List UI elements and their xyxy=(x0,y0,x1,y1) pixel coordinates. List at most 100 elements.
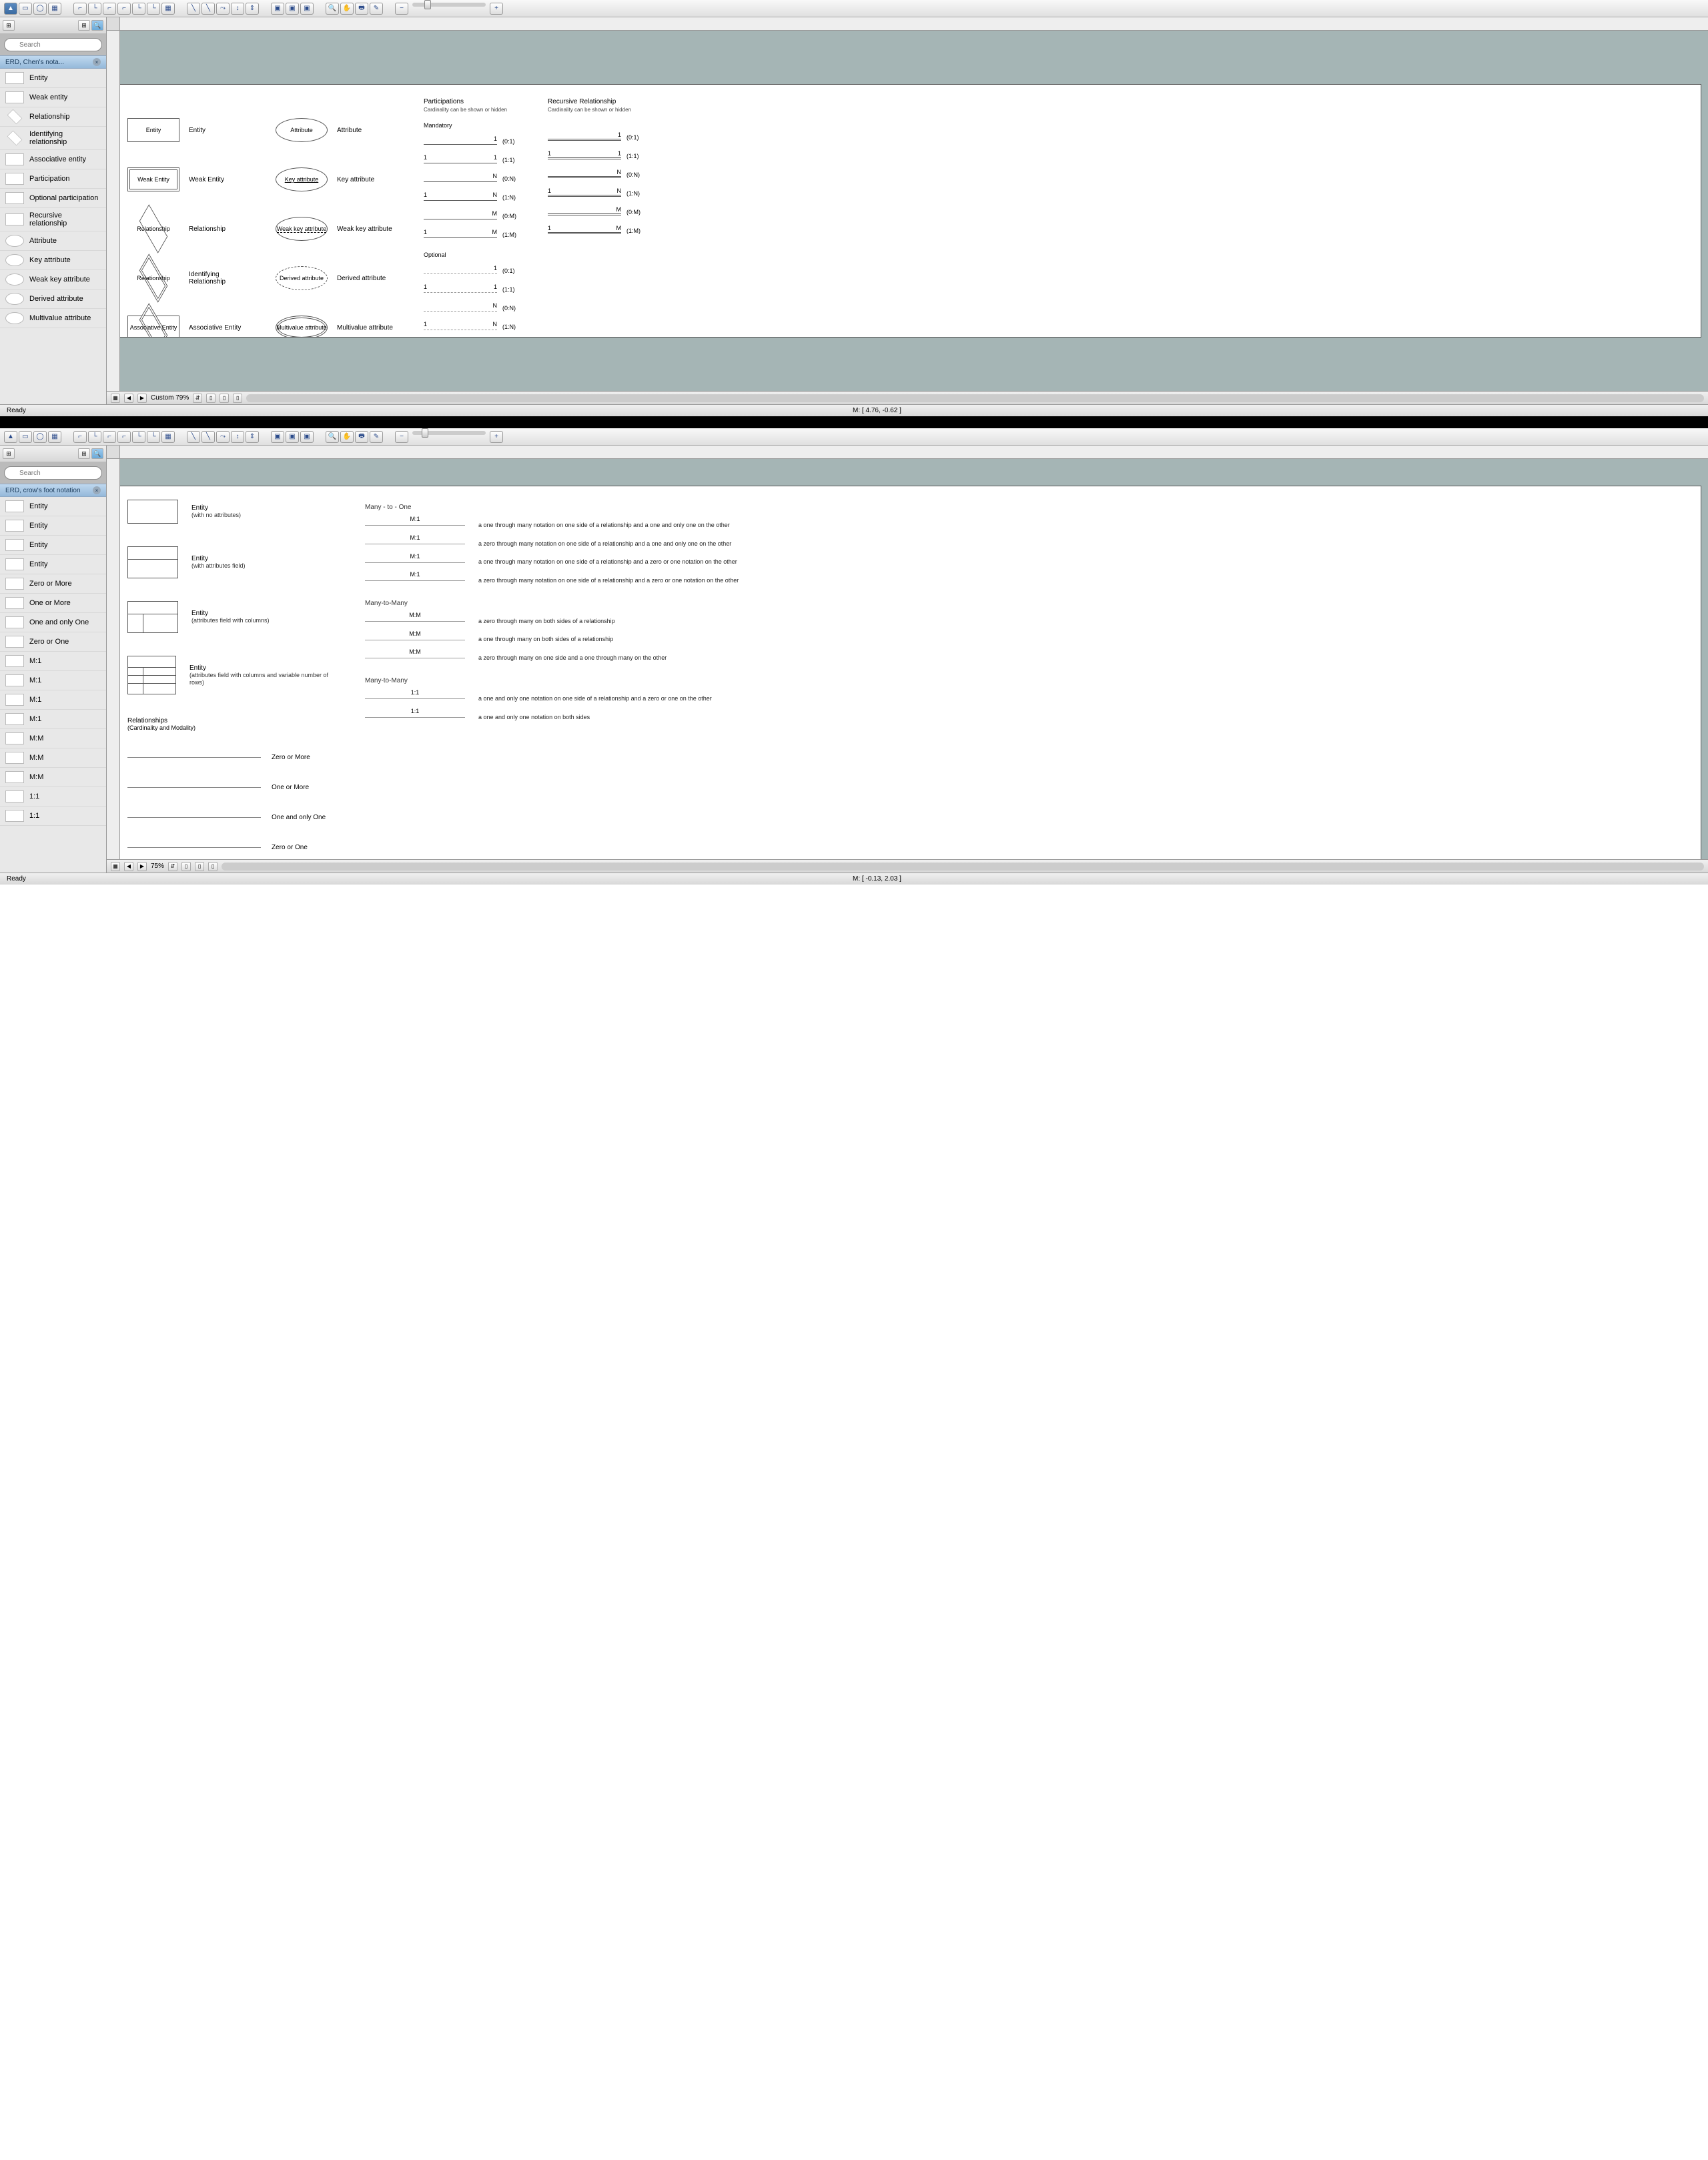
cardinality-line[interactable]: M:M xyxy=(365,621,465,622)
sidebar-item[interactable]: M:M xyxy=(0,748,106,768)
sidebar-item[interactable]: Entity xyxy=(0,69,106,88)
sidebar-item[interactable]: M:1 xyxy=(0,652,106,671)
entity-box[interactable] xyxy=(127,601,178,633)
sidebar-item[interactable]: M:1 xyxy=(0,710,106,729)
search-toggle-icon[interactable]: 🔍 xyxy=(91,448,103,459)
relationship-wire[interactable] xyxy=(127,787,261,788)
shape-symbol[interactable]: Weak key attribute xyxy=(276,217,328,241)
sidebar-item[interactable]: M:M xyxy=(0,729,106,748)
table-tool-icon[interactable]: ▦ xyxy=(48,431,61,443)
sidebar-item[interactable]: One or More xyxy=(0,594,106,613)
cardinality-line[interactable]: 1:1 xyxy=(365,698,465,699)
sidebar-item[interactable]: Entity xyxy=(0,497,106,516)
page-tabs-icon[interactable]: ▦ xyxy=(111,394,120,403)
layout2-icon[interactable]: ▯ xyxy=(220,394,229,403)
entity-box[interactable] xyxy=(127,500,178,524)
sidebar-item[interactable]: One and only One xyxy=(0,613,106,632)
sidebar-item[interactable]: Recursive relationship xyxy=(0,208,106,231)
entity-box[interactable] xyxy=(127,546,178,578)
entity-box[interactable] xyxy=(127,656,176,694)
tree-view-icon[interactable]: ⊞ xyxy=(3,20,15,31)
print-icon[interactable]: 🖶 xyxy=(355,3,368,15)
c3-icon[interactable]: ⌐ xyxy=(103,431,116,443)
sidebar-item[interactable]: Identifying relationship xyxy=(0,127,106,150)
c4-icon[interactable]: ⌐ xyxy=(117,431,131,443)
l4-icon[interactable]: ↕ xyxy=(231,431,244,443)
line4-icon[interactable]: ↕ xyxy=(231,3,244,15)
align3-icon[interactable]: ▣ xyxy=(300,3,314,15)
zoom-slider[interactable] xyxy=(412,3,486,7)
c6-icon[interactable]: └ xyxy=(147,431,160,443)
close-icon[interactable]: × xyxy=(93,58,101,66)
c7-icon[interactable]: ▦ xyxy=(161,431,175,443)
shape-symbol[interactable]: Weak Entity xyxy=(127,167,179,191)
l1-icon[interactable]: ╲ xyxy=(187,431,200,443)
layout3-icon[interactable]: ▯ xyxy=(208,862,218,871)
sidebar-item[interactable]: Weak key attribute xyxy=(0,270,106,290)
c2-icon[interactable]: └ xyxy=(88,431,101,443)
shape-symbol[interactable]: Derived attribute xyxy=(276,266,328,290)
sidebar-item[interactable]: Attribute xyxy=(0,231,106,251)
shape-symbol[interactable]: Relationship xyxy=(127,266,179,290)
line2-icon[interactable]: ╲ xyxy=(201,3,215,15)
zoom-in-icon[interactable]: + xyxy=(490,431,503,443)
pointer-tool-icon[interactable]: ▲ xyxy=(4,431,17,443)
close-icon[interactable]: × xyxy=(93,486,101,494)
search-toggle-icon[interactable]: 🔍 xyxy=(91,20,103,31)
ellipse-tool-icon[interactable]: ◯ xyxy=(33,431,47,443)
a1-icon[interactable]: ▣ xyxy=(271,431,284,443)
shape-symbol[interactable]: Key attribute xyxy=(276,167,328,191)
layout3-icon[interactable]: ▯ xyxy=(233,394,242,403)
print-icon[interactable]: 🖶 xyxy=(355,431,368,443)
sidebar-item[interactable]: Entity xyxy=(0,516,106,536)
tree-view-icon[interactable]: ⊞ xyxy=(3,448,15,459)
connector7-icon[interactable]: ▦ xyxy=(161,3,175,15)
layout1-icon[interactable]: ▯ xyxy=(181,862,191,871)
shape-symbol[interactable]: Associative Entity xyxy=(127,316,179,338)
hand-tool-icon[interactable]: ✋ xyxy=(340,431,354,443)
c1-icon[interactable]: ⌐ xyxy=(73,431,87,443)
grid-view-icon[interactable]: ⊞ xyxy=(78,448,90,459)
sidebar-item[interactable]: Zero or More xyxy=(0,574,106,594)
connector2-icon[interactable]: └ xyxy=(88,3,101,15)
zoom-mag-icon[interactable]: 🔍 xyxy=(326,3,339,15)
sidebar-item[interactable]: M:1 xyxy=(0,690,106,710)
grid-view-icon[interactable]: ⊞ xyxy=(78,20,90,31)
horizontal-scrollbar[interactable] xyxy=(246,394,1704,402)
align2-icon[interactable]: ▣ xyxy=(286,3,299,15)
section-header[interactable]: ERD, crow's foot notation × xyxy=(0,484,106,497)
next-page-icon[interactable]: ▶ xyxy=(137,862,147,871)
connector3-icon[interactable]: ⌐ xyxy=(103,3,116,15)
line5-icon[interactable]: ⇕ xyxy=(246,3,259,15)
layout1-icon[interactable]: ▯ xyxy=(206,394,216,403)
zoom-mag-icon[interactable]: 🔍 xyxy=(326,431,339,443)
edit-icon[interactable]: ✎ xyxy=(370,431,383,443)
sidebar-item[interactable]: 1:1 xyxy=(0,806,106,826)
shape-symbol[interactable]: Relationship xyxy=(127,217,179,241)
sidebar-item[interactable]: Multivalue attribute xyxy=(0,309,106,328)
sidebar-item[interactable]: M:1 xyxy=(0,671,106,690)
section-header[interactable]: ERD, Chen's nota... × xyxy=(0,55,106,69)
cardinality-line[interactable]: 1:1 xyxy=(365,717,465,718)
sidebar-item[interactable]: Key attribute xyxy=(0,251,106,270)
prev-page-icon[interactable]: ◀ xyxy=(124,394,133,403)
sidebar-item[interactable]: Weak entity xyxy=(0,88,106,107)
sidebar-item[interactable]: Relationship xyxy=(0,107,106,127)
sidebar-item[interactable]: Entity xyxy=(0,536,106,555)
connector4-icon[interactable]: ⌐ xyxy=(117,3,131,15)
zoom-stepper-icon[interactable]: ⇵ xyxy=(168,862,177,871)
c5-icon[interactable]: └ xyxy=(132,431,145,443)
cardinality-line[interactable]: M:1 xyxy=(365,562,465,563)
relationship-wire[interactable] xyxy=(127,847,261,848)
a3-icon[interactable]: ▣ xyxy=(300,431,314,443)
shape-symbol[interactable]: Attribute xyxy=(276,118,328,142)
layout2-icon[interactable]: ▯ xyxy=(195,862,204,871)
connector5-icon[interactable]: └ xyxy=(132,3,145,15)
next-page-icon[interactable]: ▶ xyxy=(137,394,147,403)
sidebar-item[interactable]: Participation xyxy=(0,169,106,189)
a2-icon[interactable]: ▣ xyxy=(286,431,299,443)
line1-icon[interactable]: ╲ xyxy=(187,3,200,15)
cardinality-line[interactable]: M:1 xyxy=(365,580,465,581)
horizontal-scrollbar[interactable] xyxy=(222,863,1704,871)
connector1-icon[interactable]: ⌐ xyxy=(73,3,87,15)
